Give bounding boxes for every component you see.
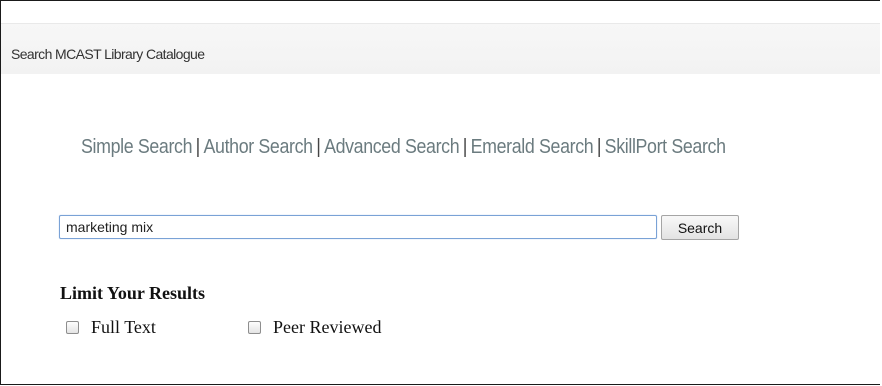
full-text-label: Full Text [91,316,156,337]
search-button[interactable]: Search [661,215,739,240]
full-text-option[interactable]: Full Text [66,316,156,338]
tab-separator: | [462,136,468,158]
tab-separator: | [596,136,602,158]
tab-skillport-search[interactable]: SkillPort Search [605,136,726,158]
search-tabs: Simple Search | Author Search | Advanced Sea… [81,136,726,159]
full-text-checkbox[interactable] [66,320,79,334]
panel-title: Search MCAST Library Catalogue [11,46,205,62]
tab-author-search[interactable]: Author Search [204,136,314,158]
tab-emerald-search[interactable]: Emerald Search [471,136,594,158]
tab-advanced-search[interactable]: Advanced Search [324,136,460,158]
search-input[interactable] [59,215,657,239]
top-strip [1,1,880,24]
panel-header: Search MCAST Library Catalogue [1,24,880,74]
tab-separator: | [316,136,321,158]
tab-simple-search[interactable]: Simple Search [81,136,192,158]
tab-separator: | [195,136,201,158]
limit-results-heading: Limit Your Results [60,283,206,303]
peer-reviewed-label: Peer Reviewed [273,316,382,337]
peer-reviewed-option[interactable]: Peer Reviewed [248,316,381,338]
peer-reviewed-checkbox[interactable] [248,320,261,334]
